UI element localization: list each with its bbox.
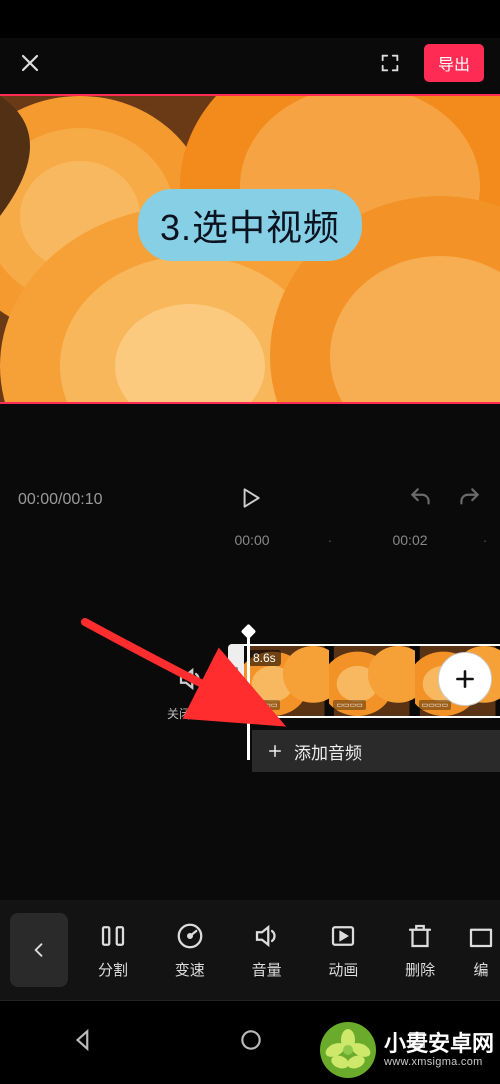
tool-edit[interactable]: 编 bbox=[460, 921, 500, 980]
watermark-title: 小麦安卓网 bbox=[384, 1032, 494, 1056]
export-button[interactable]: 导出 bbox=[424, 44, 484, 82]
timeline[interactable]: 关闭原声 8.6s ▭▭▭▭ ▭▭▭▭ ▭▭▭▭ 添加音频 bbox=[0, 608, 500, 798]
clip-duration-badge: 8.6s bbox=[248, 650, 281, 666]
preview-area: 3.选中视频 bbox=[0, 94, 500, 404]
clip-handle-left[interactable] bbox=[228, 644, 244, 718]
ruler-tick-1: 00:02 bbox=[392, 532, 427, 548]
tool-delete-label: 删除 bbox=[405, 959, 435, 980]
playback-controls: 00:00/00:10 bbox=[0, 468, 500, 532]
mute-original-audio[interactable]: 关闭原声 bbox=[164, 664, 218, 722]
timeline-ruler[interactable]: 00:00 · 00:02 · bbox=[0, 532, 500, 556]
close-icon[interactable] bbox=[16, 49, 44, 77]
ruler-tick-0: 00:00 bbox=[234, 532, 269, 548]
tool-volume-label: 音量 bbox=[252, 959, 282, 980]
tool-volume[interactable]: 音量 bbox=[230, 921, 304, 980]
top-bar: 导出 bbox=[0, 38, 500, 88]
tool-speed-label: 变速 bbox=[175, 959, 205, 980]
tool-animation[interactable]: 动画 bbox=[306, 921, 380, 980]
tool-back-button[interactable] bbox=[10, 913, 68, 987]
tool-split-label: 分割 bbox=[98, 959, 128, 980]
fullscreen-icon[interactable] bbox=[376, 49, 404, 77]
tool-bar: 分割 变速 音量 动画 删除 编 bbox=[0, 900, 500, 1000]
tool-delete[interactable]: 删除 bbox=[383, 921, 457, 980]
add-audio-track[interactable]: 添加音频 bbox=[252, 730, 500, 772]
tool-animation-label: 动画 bbox=[328, 959, 358, 980]
undo-button[interactable] bbox=[408, 485, 434, 516]
ruler-dot: · bbox=[483, 532, 488, 548]
play-button[interactable] bbox=[237, 485, 263, 516]
mute-label: 关闭原声 bbox=[164, 705, 218, 722]
redo-button[interactable] bbox=[456, 485, 482, 516]
overlay-caption: 3.选中视频 bbox=[138, 189, 362, 261]
nav-home-icon[interactable] bbox=[238, 1027, 264, 1058]
add-audio-label: 添加音频 bbox=[294, 739, 362, 764]
tool-edit-label: 编 bbox=[473, 959, 488, 980]
timecode-display: 00:00/00:10 bbox=[18, 491, 103, 509]
watermark: 小麦安卓网 www.xmsigma.com bbox=[318, 1020, 494, 1080]
playhead[interactable] bbox=[247, 630, 250, 760]
add-clip-button[interactable] bbox=[438, 652, 492, 706]
nav-back-icon[interactable] bbox=[71, 1027, 97, 1058]
status-bar bbox=[0, 0, 500, 38]
watermark-logo-icon bbox=[318, 1020, 378, 1080]
tool-split[interactable]: 分割 bbox=[76, 921, 150, 980]
ruler-dot: · bbox=[328, 532, 333, 548]
video-preview[interactable]: 3.选中视频 bbox=[0, 96, 500, 402]
tool-speed[interactable]: 变速 bbox=[153, 921, 227, 980]
watermark-url: www.xmsigma.com bbox=[384, 1056, 494, 1068]
